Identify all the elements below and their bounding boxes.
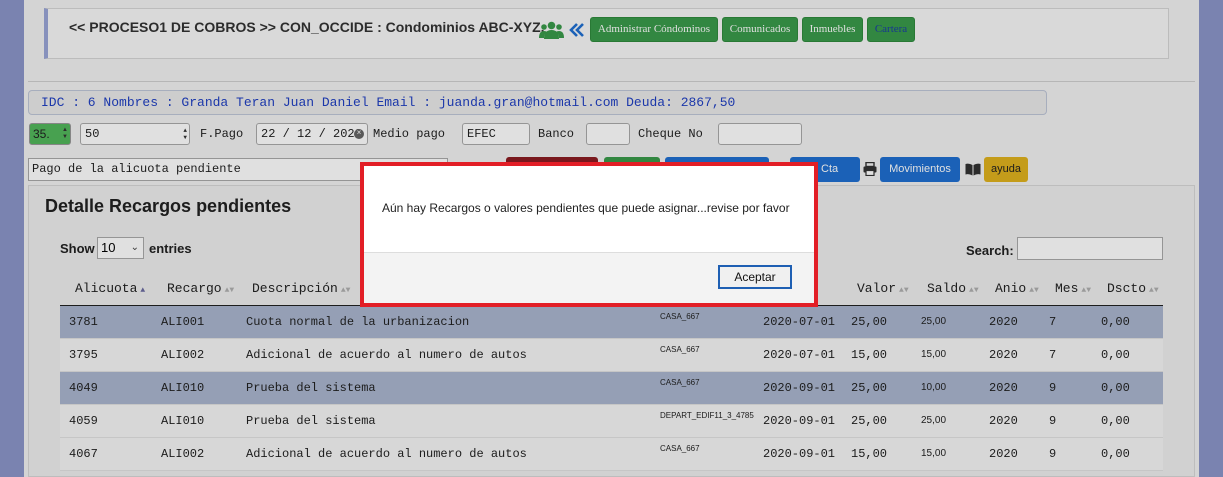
aceptar-button[interactable]: Aceptar xyxy=(718,265,792,289)
alert-dialog: Aún hay Recargos o valores pendientes qu… xyxy=(360,162,818,307)
dialog-message: Aún hay Recargos o valores pendientes qu… xyxy=(382,201,790,215)
